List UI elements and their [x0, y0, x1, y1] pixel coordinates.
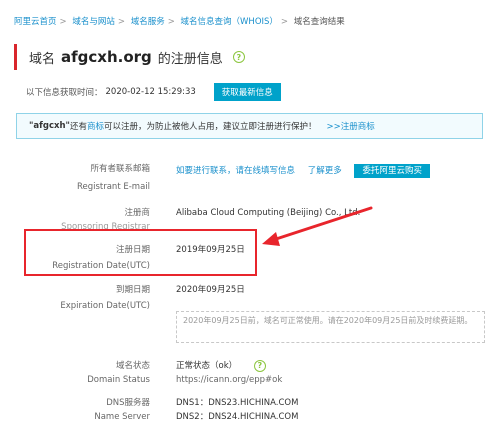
- annotation-arrow: [262, 206, 373, 246]
